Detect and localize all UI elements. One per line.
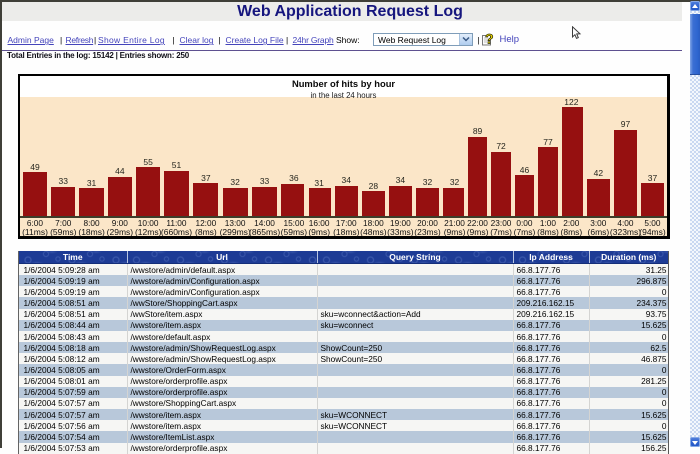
svg-text:?: ? [485, 31, 494, 47]
